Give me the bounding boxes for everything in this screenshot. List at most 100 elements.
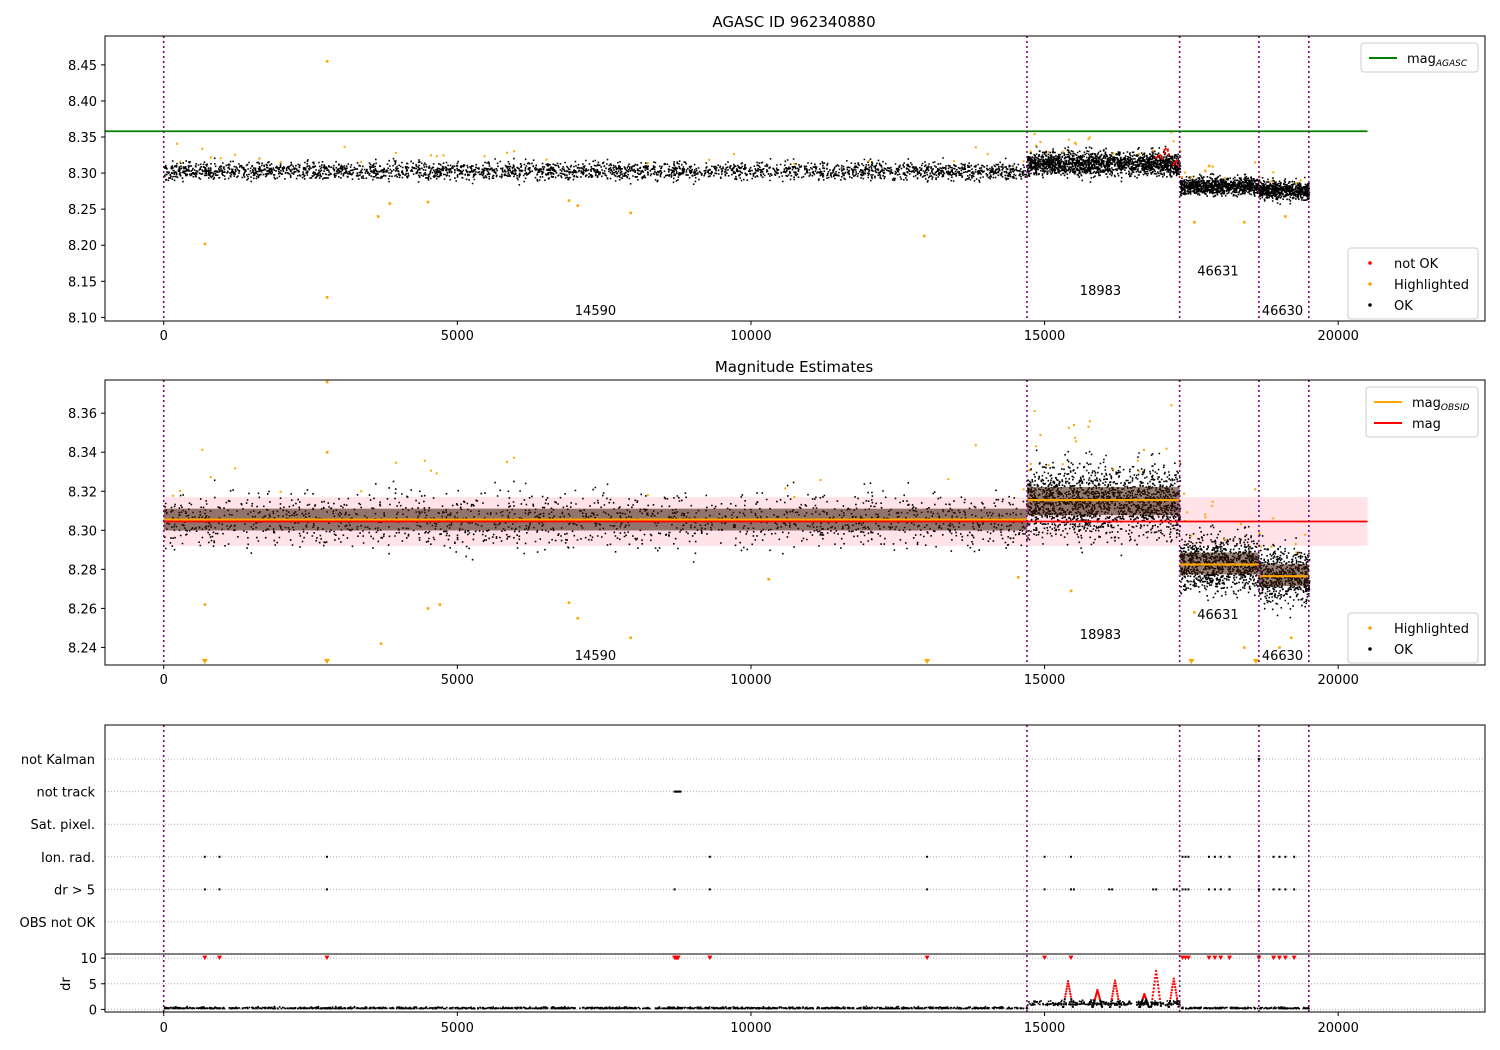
- dr-spike-point: [1156, 980, 1159, 983]
- dr-spike-point: [1098, 997, 1101, 1000]
- flag-marker: [926, 855, 929, 858]
- dr-spike-point: [1159, 1004, 1162, 1007]
- dr-spike-point: [1158, 994, 1161, 997]
- highlighted-point: [576, 616, 580, 620]
- dr-spike-point: [1169, 997, 1172, 1000]
- dr-spike-point: [1110, 1000, 1113, 1003]
- dr-spike-point: [1114, 982, 1117, 985]
- dr-spike-point: [1115, 990, 1118, 993]
- x-tick-label: 20000: [1318, 329, 1359, 344]
- y-tick-label: 8.30: [68, 167, 97, 182]
- flag-marker: [1257, 758, 1260, 760]
- highlighted-point: [629, 636, 632, 640]
- dr-spike-point: [1063, 998, 1066, 1001]
- dr-spike-point: [1117, 997, 1120, 1000]
- flag-marker: [1293, 888, 1296, 891]
- x-tick-label: 15000: [1024, 329, 1065, 344]
- not-ok-point: [1166, 148, 1169, 151]
- flag-marker: [1272, 888, 1275, 891]
- y-tick-label: 8.25: [68, 203, 97, 218]
- x-tick-label: 5000: [441, 329, 474, 344]
- dr-spike-point: [1062, 1005, 1065, 1008]
- flag-marker: [1043, 888, 1046, 891]
- highlighted-point: [567, 601, 571, 604]
- flag-marker: [1181, 855, 1184, 858]
- legend-label: not OK: [1394, 257, 1439, 272]
- flag-marker: [218, 855, 221, 858]
- flag-marker: [1175, 888, 1178, 891]
- panel-magnitude-estimates: Magnitude Estimates 14590 18983 46631 46630…: [68, 358, 1486, 688]
- highlighted-point: [379, 642, 383, 645]
- flag-marker: [218, 888, 221, 891]
- flag-marker: [1284, 855, 1287, 858]
- dr-spike-point: [1071, 1005, 1074, 1008]
- dr-spike-point: [1152, 987, 1155, 990]
- dr-spike-point: [1111, 992, 1114, 995]
- x-tick-label: 10000: [730, 673, 771, 688]
- dr-spike-point: [1109, 1003, 1112, 1006]
- obsid-label-18983: 18983: [1080, 284, 1121, 299]
- x-tick-label: 0: [160, 329, 168, 344]
- dr-spike-point: [1159, 1001, 1162, 1004]
- flag-marker: [325, 888, 328, 891]
- dr-spike-point: [1068, 985, 1071, 988]
- dr-spike-point: [1066, 985, 1069, 988]
- dr-spike-point: [1113, 984, 1116, 987]
- y-tick-label: 8.34: [68, 446, 97, 461]
- highlighted-point: [426, 200, 430, 204]
- dr-spike-point: [1096, 988, 1099, 991]
- obsid-label-46631: 46631: [1197, 264, 1238, 279]
- x-tick-label: 0: [160, 1021, 168, 1036]
- panel-flags: not Kalman not track Sat. pixel. Ion. rad. d…: [20, 724, 1486, 1036]
- dr-spike-point: [1176, 997, 1179, 1000]
- obsid-label-46631: 46631: [1197, 608, 1238, 623]
- dr-spike-point: [1062, 1003, 1065, 1006]
- dr-spike-point: [1175, 991, 1178, 994]
- flag-marker: [1172, 888, 1175, 891]
- legend-label: OK: [1394, 643, 1413, 658]
- flag-marker: [1228, 855, 1231, 858]
- dr-y-tick-label: 0: [89, 1003, 97, 1018]
- middle-panel-title: Magnitude Estimates: [715, 358, 873, 376]
- highlighted-point: [1284, 215, 1287, 218]
- dr-spike-point: [1168, 1002, 1171, 1005]
- highlighted-point: [325, 295, 329, 299]
- y-tick-label: 8.35: [68, 131, 97, 146]
- flag-marker: [679, 790, 682, 793]
- dr-spike-point: [1176, 1000, 1179, 1003]
- dr-spike-point: [1099, 999, 1102, 1002]
- dr-spike-point: [1110, 997, 1113, 1000]
- dr-spike-point: [1100, 1003, 1103, 1006]
- flag-marker: [1293, 855, 1296, 858]
- dr-spike-point: [1094, 997, 1097, 1000]
- dr-spike-point: [1097, 992, 1100, 995]
- highlighted-point: [388, 202, 392, 205]
- flag-marker: [1184, 855, 1187, 858]
- dr-spike-point: [1067, 982, 1070, 985]
- dr-spike-point: [1070, 998, 1073, 1001]
- dr-spike-point: [1070, 1000, 1073, 1003]
- highlighted-point: [325, 60, 329, 63]
- flag-marker: [1072, 888, 1075, 891]
- top-panel-title: AGASC ID 962340880: [712, 13, 875, 31]
- flag-marker: [1208, 888, 1210, 891]
- dr-spike-point: [1097, 994, 1100, 997]
- y-tick-label: 8.15: [68, 275, 97, 290]
- dr-spike-point: [1168, 1005, 1171, 1008]
- obsid-label-46630: 46630: [1262, 649, 1303, 664]
- highlighted-point: [767, 577, 770, 581]
- dr-spike-point: [1170, 988, 1173, 991]
- dr-spike-point: [1152, 990, 1155, 993]
- y-tick-label: 8.40: [68, 95, 97, 110]
- dr-spike-point: [1157, 987, 1160, 990]
- legend-box: [1347, 612, 1479, 664]
- obsid-label-18983: 18983: [1080, 628, 1121, 643]
- highlighted-point: [426, 607, 430, 610]
- dr-spike-point: [1067, 980, 1070, 983]
- flag-marker: [1272, 855, 1275, 858]
- flag-row-label: Sat. pixel.: [31, 818, 95, 833]
- flag-marker: [1228, 888, 1231, 891]
- highlighted-point: [1193, 611, 1196, 614]
- plot-background: [105, 725, 1485, 1012]
- dr-spike-point: [1150, 1001, 1153, 1004]
